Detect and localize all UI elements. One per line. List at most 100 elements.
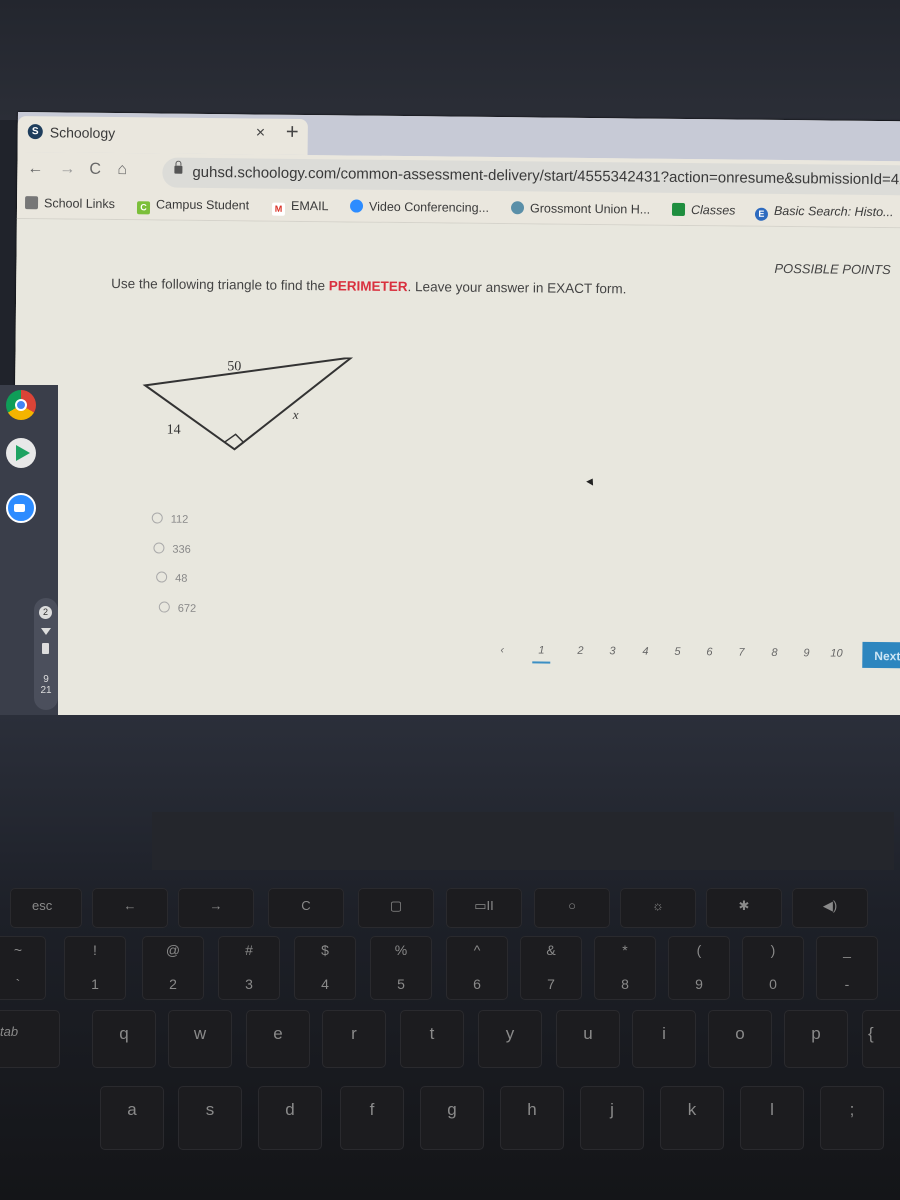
key-volume[interactable]: ◀) — [792, 888, 868, 928]
keyboard: esc ← → C ▢ ▭II ○ ☼ ✱ ◀) ~ ` ! 1 @2 #3 $4 … — [0, 880, 900, 1200]
bookmark-campus-student[interactable]: C Campus Student — [136, 197, 249, 215]
next-button[interactable]: Next — [862, 641, 900, 669]
page-button[interactable]: 3 — [609, 645, 615, 657]
key-7[interactable]: & 7 — [520, 936, 582, 1000]
key-2[interactable]: @2 — [142, 936, 204, 1000]
key-5[interactable]: % 5 — [370, 936, 432, 1000]
key-mute[interactable]: ✱ — [706, 888, 782, 928]
status-tray[interactable]: 2 9 21 — [34, 598, 58, 710]
key-a[interactable]: a — [100, 1086, 164, 1150]
key-semicolon[interactable]: ; — [820, 1086, 884, 1150]
radio-button[interactable] — [158, 601, 170, 613]
key-p[interactable]: p — [784, 1010, 848, 1068]
browser-tab[interactable]: S Schoology × — [17, 115, 308, 156]
page-button[interactable]: 5 — [674, 646, 680, 658]
key-d[interactable]: d — [258, 1086, 322, 1150]
key-overview[interactable]: ▭II — [446, 888, 522, 928]
key-9[interactable]: (9 — [668, 936, 730, 1000]
home-icon[interactable]: ⌂ — [117, 161, 127, 179]
page-button[interactable]: 7 — [738, 647, 744, 659]
laptop-screen: S Schoology × + ← → C ⌂ guhsd.schoology.… — [11, 112, 900, 725]
screen-bezel-top — [0, 0, 900, 120]
key-0[interactable]: ) 0 — [742, 936, 804, 1000]
campus-icon: C — [136, 201, 151, 215]
key-k[interactable]: k — [660, 1086, 724, 1150]
choice-option[interactable]: 672 — [158, 601, 196, 615]
key-q[interactable]: q — [92, 1010, 156, 1068]
key-l[interactable]: l — [740, 1086, 804, 1150]
bookmark-classes[interactable]: Classes — [671, 202, 736, 218]
key-u[interactable]: u — [556, 1010, 620, 1068]
key-t[interactable]: t — [400, 1010, 464, 1068]
ebsco-icon: E — [754, 207, 769, 221]
key-brightness-up[interactable]: ☼ — [620, 888, 696, 928]
key-8[interactable]: * 8 — [594, 936, 656, 1000]
new-tab-button[interactable]: + — [286, 119, 299, 145]
choice-option[interactable]: 336 — [153, 542, 191, 556]
reload-icon[interactable]: C — [89, 161, 101, 179]
page-button[interactable]: 4 — [642, 646, 648, 658]
radio-button[interactable] — [153, 542, 165, 554]
key-1[interactable]: ! 1 — [64, 936, 126, 1000]
key-bracket[interactable]: { — [862, 1010, 900, 1068]
laptop-hinge — [152, 812, 894, 870]
address-bar[interactable]: guhsd.schoology.com/common-assessment-de… — [162, 157, 900, 196]
possible-points-label: POSSIBLE POINTS — [774, 260, 891, 278]
radio-button[interactable] — [151, 512, 163, 524]
close-tab-icon[interactable]: × — [256, 124, 266, 142]
district-icon — [510, 201, 525, 215]
key-r[interactable]: r — [322, 1010, 386, 1068]
folder-icon — [24, 196, 39, 210]
bookmark-grossmont[interactable]: Grossmont Union H... — [510, 201, 650, 217]
key-3[interactable]: #3 — [218, 936, 280, 1000]
page-button[interactable]: 2 — [577, 645, 583, 657]
chrome-icon[interactable] — [6, 390, 36, 420]
key-minus[interactable]: _ - — [816, 936, 878, 1000]
key-back[interactable]: ← — [92, 888, 168, 928]
choice-option[interactable]: 48 — [156, 571, 187, 585]
radio-button[interactable] — [156, 571, 168, 583]
key-s[interactable]: s — [178, 1086, 242, 1150]
forward-icon[interactable]: → — [59, 160, 75, 178]
zoom-app-icon[interactable] — [6, 493, 36, 523]
hypotenuse-label: 50 — [227, 359, 241, 374]
back-icon[interactable]: ← — [27, 160, 43, 178]
page-button[interactable]: 8 — [771, 647, 777, 659]
key-4[interactable]: $4 — [294, 936, 356, 1000]
key-brightness-down[interactable]: ○ — [534, 888, 610, 928]
right-angle-marker — [224, 433, 245, 450]
question-emphasis: PERIMETER — [328, 278, 408, 295]
key-f[interactable]: f — [340, 1086, 404, 1150]
key-g[interactable]: g — [420, 1086, 484, 1150]
lock-icon — [174, 165, 183, 174]
bookmark-email[interactable]: M EMAIL — [271, 199, 329, 217]
question-text: Use the following triangle to find the P… — [111, 275, 627, 297]
key-j[interactable]: j — [580, 1086, 644, 1150]
key-fullscreen[interactable]: ▢ — [358, 888, 434, 928]
key-h[interactable]: h — [500, 1086, 564, 1150]
page-button-current[interactable]: 1 — [532, 644, 551, 664]
bookmark-basic-search[interactable]: E Basic Search: Histo... — [754, 204, 894, 222]
key-esc[interactable]: esc — [10, 888, 82, 928]
pager-prev-button[interactable]: ‹ — [500, 644, 504, 656]
key-o[interactable]: o — [708, 1010, 772, 1068]
page-button[interactable]: 6 — [706, 646, 712, 658]
key-w[interactable]: w — [168, 1010, 232, 1068]
triangle-diagram: 50 14 x — [142, 356, 355, 451]
bookmark-school-links[interactable]: School Links — [24, 196, 115, 211]
bookmark-video-conferencing[interactable]: Video Conferencing... — [349, 199, 489, 215]
key-refresh[interactable]: C — [268, 888, 344, 928]
key-e[interactable]: e — [246, 1010, 310, 1068]
key-6[interactable]: ^ 6 — [446, 936, 508, 1000]
mouse-cursor — [586, 476, 597, 486]
page-button[interactable]: 9 — [803, 647, 809, 659]
choice-option[interactable]: 112 — [151, 512, 189, 526]
page-button[interactable]: 10 — [830, 648, 842, 660]
key-forward[interactable]: → — [178, 888, 254, 928]
key-i[interactable]: i — [632, 1010, 696, 1068]
key-tilde[interactable]: ~ ` — [0, 936, 46, 1000]
battery-icon — [42, 643, 49, 654]
key-y[interactable]: y — [478, 1010, 542, 1068]
key-tab[interactable]: tab — [0, 1010, 60, 1068]
play-store-icon[interactable] — [6, 438, 36, 468]
